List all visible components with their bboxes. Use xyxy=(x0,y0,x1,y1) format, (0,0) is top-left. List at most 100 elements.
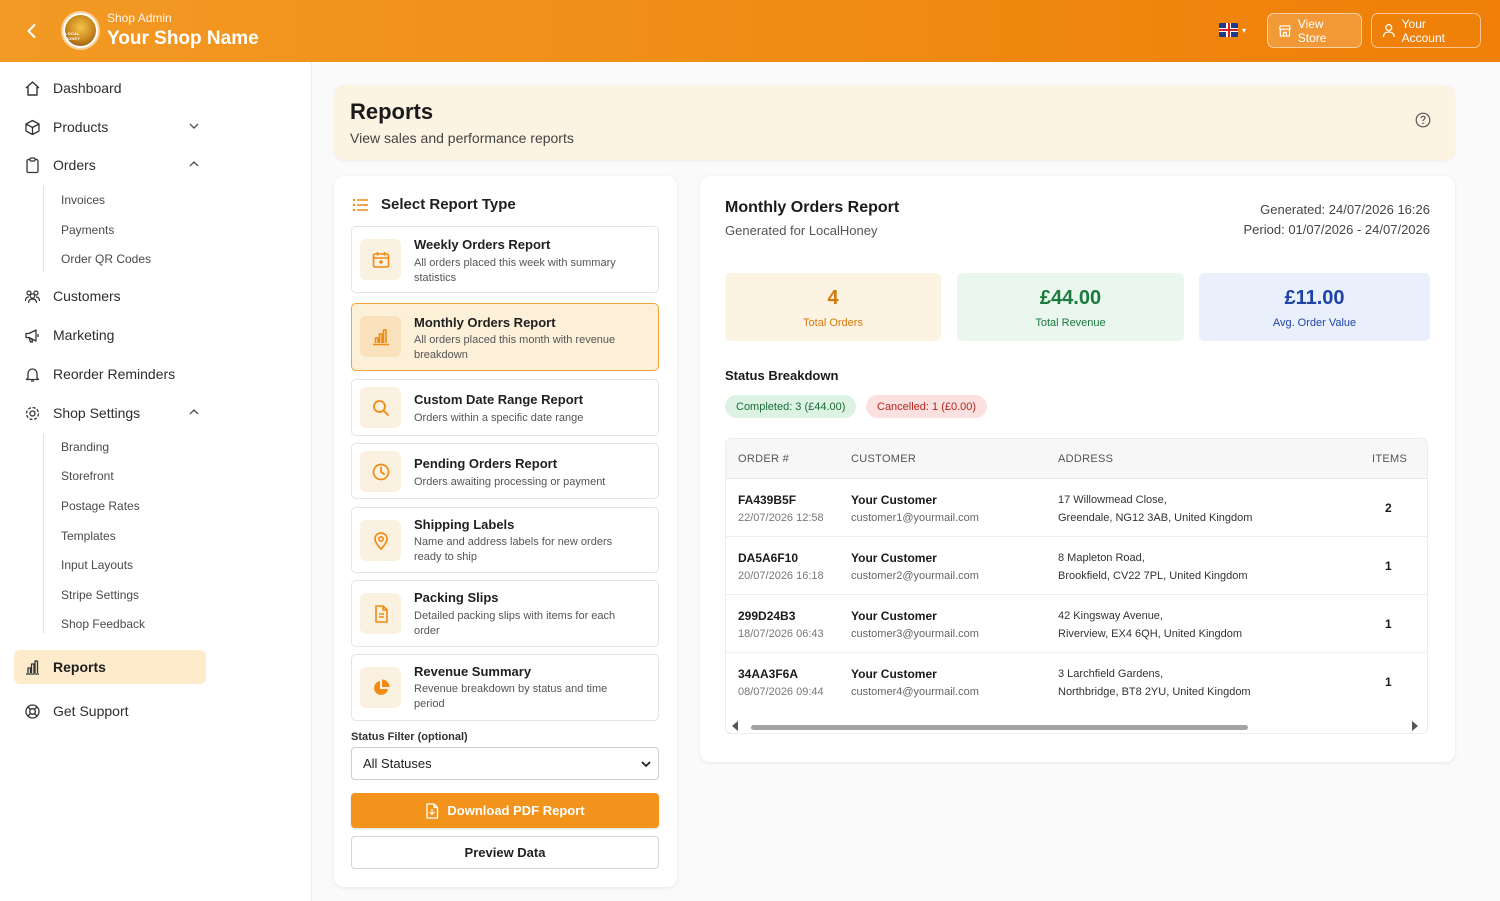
report-card-desc: All orders placed this month with revenu… xyxy=(414,334,616,361)
language-selector[interactable]: ▾ xyxy=(1219,23,1246,37)
page-subtitle: View sales and performance reports xyxy=(350,130,574,146)
your-account-button[interactable]: Your Account xyxy=(1371,13,1481,48)
honey-logo-icon: LOCAL HONEY xyxy=(65,15,96,46)
table-row[interactable]: DA5A6F10 20/07/2026 16:18 Your Customer … xyxy=(726,537,1427,595)
sidebar-item-customers[interactable]: Customers xyxy=(14,279,206,313)
sidebar-item-label: Get Support xyxy=(53,703,129,719)
sidebar-item-shop-settings[interactable]: Shop Settings xyxy=(14,396,206,430)
report-card-desc: All orders placed this week with summary… xyxy=(414,257,616,284)
back-arrow-icon[interactable] xyxy=(20,19,44,43)
item-count: 1 xyxy=(1385,675,1392,689)
preview-data-button[interactable]: Preview Data xyxy=(351,836,659,869)
scrollbar-thumb[interactable] xyxy=(751,725,1248,730)
sidebar-subitem-input-layouts[interactable]: Input Layouts xyxy=(61,558,133,572)
pdf-file-icon xyxy=(426,802,439,819)
column-header-customer: CUSTOMER xyxy=(851,453,917,465)
item-count: 1 xyxy=(1385,559,1392,573)
download-pdf-button[interactable]: Download PDF Report xyxy=(351,793,659,828)
chevron-down-icon[interactable] xyxy=(188,120,200,132)
report-card-title: Packing Slips xyxy=(414,590,499,605)
report-card-title: Weekly Orders Report xyxy=(414,237,551,252)
sidebar-subitem-stripe-settings[interactable]: Stripe Settings xyxy=(61,588,139,602)
shop-admin-label: Shop Admin xyxy=(107,11,172,25)
customer-email: customer3@yourmail.com xyxy=(851,628,979,640)
chevron-up-icon[interactable] xyxy=(188,406,200,418)
sidebar-item-products[interactable]: Products xyxy=(14,110,206,144)
sidebar-item-dashboard[interactable]: Dashboard xyxy=(14,71,206,105)
order-id: 34AA3F6A xyxy=(738,667,799,681)
customer-name: Your Customer xyxy=(851,667,937,681)
address-line-2: Northbridge, BT8 2YU, United Kingdom xyxy=(1058,686,1251,698)
sidebar-item-get-support[interactable]: Get Support xyxy=(14,694,206,728)
sidebar-subitem-storefront[interactable]: Storefront xyxy=(61,469,114,483)
view-store-label: View Store xyxy=(1297,16,1327,45)
report-card-shipping-labels[interactable]: Shipping Labels Name and address labels … xyxy=(351,507,659,573)
report-card-weekly[interactable]: Weekly Orders Report All orders placed t… xyxy=(351,226,659,293)
sidebar-item-reorder-reminders[interactable]: Reorder Reminders xyxy=(14,357,206,391)
report-period: Period: 01/07/2026 - 24/07/2026 xyxy=(1243,222,1430,237)
table-row[interactable]: FA439B5F 22/07/2026 12:58 Your Customer … xyxy=(726,479,1427,537)
item-count: 1 xyxy=(1385,617,1392,631)
scroll-left-arrow-icon[interactable] xyxy=(731,721,739,731)
select-report-type-label: Select Report Type xyxy=(381,196,516,213)
sidebar-subitem-templates[interactable]: Templates xyxy=(61,529,116,543)
sidebar-item-label: Shop Settings xyxy=(53,405,141,421)
sidebar-item-marketing[interactable]: Marketing xyxy=(14,318,206,352)
address-line-2: Greendale, NG12 3AB, United Kingdom xyxy=(1058,512,1253,524)
calendar-icon xyxy=(360,239,401,280)
view-store-button[interactable]: View Store xyxy=(1267,13,1362,48)
report-card-title: Custom Date Range Report xyxy=(414,392,584,407)
sidebar-item-orders[interactable]: Orders xyxy=(14,148,206,182)
chevron-up-icon[interactable] xyxy=(188,158,200,170)
megaphone-icon xyxy=(24,327,41,344)
order-id: 299D24B3 xyxy=(738,609,796,623)
report-card-monthly[interactable]: Monthly Orders Report All orders placed … xyxy=(351,303,659,371)
customer-email: customer1@yourmail.com xyxy=(851,512,979,524)
scroll-right-arrow-icon[interactable] xyxy=(1411,721,1419,731)
help-icon[interactable] xyxy=(1415,112,1431,128)
table-row[interactable]: 34AA3F6A 08/07/2026 09:44 Your Customer … xyxy=(726,653,1427,711)
user-icon xyxy=(1382,24,1395,37)
report-card-pending-orders[interactable]: Pending Orders Report Orders awaiting pr… xyxy=(351,443,659,499)
orders-submenu-line xyxy=(43,186,44,272)
preview-data-label: Preview Data xyxy=(464,845,546,860)
sidebar-subitem-invoices[interactable]: Invoices xyxy=(61,193,105,207)
order-id: DA5A6F10 xyxy=(738,551,799,565)
report-preview-panel: Monthly Orders Report Generated for Loca… xyxy=(700,176,1455,762)
logo-text: LOCAL HONEY xyxy=(65,31,81,41)
table-row[interactable]: 299D24B3 18/07/2026 06:43 Your Customer … xyxy=(726,595,1427,653)
your-account-label: Your Account xyxy=(1401,16,1445,45)
stat-total-orders: 4 Total Orders xyxy=(725,273,941,341)
shop-logo[interactable]: LOCAL HONEY xyxy=(61,11,100,50)
stat-value: £44.00 xyxy=(1039,287,1102,309)
report-title: Monthly Orders Report xyxy=(725,199,900,216)
stat-label: Avg. Order Value xyxy=(1272,317,1357,329)
report-card-title: Shipping Labels xyxy=(414,517,515,532)
report-generated-timestamp: Generated: 24/07/2026 16:26 xyxy=(1260,202,1430,217)
sidebar-subitem-branding[interactable]: Branding xyxy=(61,440,109,454)
report-card-custom-date-range[interactable]: Custom Date Range Report Orders within a… xyxy=(351,379,659,436)
sidebar-item-reports[interactable]: Reports xyxy=(14,650,206,684)
horizontal-scrollbar[interactable] xyxy=(726,718,1427,733)
status-breakdown-title: Status Breakdown xyxy=(725,368,839,383)
sidebar-subitem-postage-rates[interactable]: Postage Rates xyxy=(61,499,140,513)
status-filter-select[interactable]: All Statuses xyxy=(351,747,659,780)
customer-name: Your Customer xyxy=(851,609,937,623)
stat-label: Total Orders xyxy=(803,317,863,329)
sidebar-subitem-shop-feedback[interactable]: Shop Feedback xyxy=(61,617,145,631)
report-card-desc: Name and address labels for new orders r… xyxy=(414,536,613,563)
download-pdf-label: Download PDF Report xyxy=(447,803,585,818)
sidebar-subitem-payments[interactable]: Payments xyxy=(61,223,114,237)
status-filter-value: All Statuses xyxy=(363,756,432,771)
bar-chart-icon xyxy=(24,659,41,676)
sidebar-item-label: Marketing xyxy=(53,327,115,343)
report-card-desc: Revenue breakdown by status and time per… xyxy=(414,683,608,710)
order-date: 22/07/2026 12:58 xyxy=(738,512,824,524)
sidebar-subitem-order-qr-codes[interactable]: Order QR Codes xyxy=(61,252,151,266)
order-date: 08/07/2026 09:44 xyxy=(738,686,824,698)
address-line-1: 42 Kingsway Avenue, xyxy=(1058,610,1163,622)
report-card-packing-slips[interactable]: Packing Slips Detailed packing slips wit… xyxy=(351,580,659,647)
address-line-1: 3 Larchfield Gardens, xyxy=(1058,668,1164,680)
report-card-revenue-summary[interactable]: Revenue Summary Revenue breakdown by sta… xyxy=(351,654,659,721)
report-card-title: Monthly Orders Report xyxy=(414,315,556,330)
